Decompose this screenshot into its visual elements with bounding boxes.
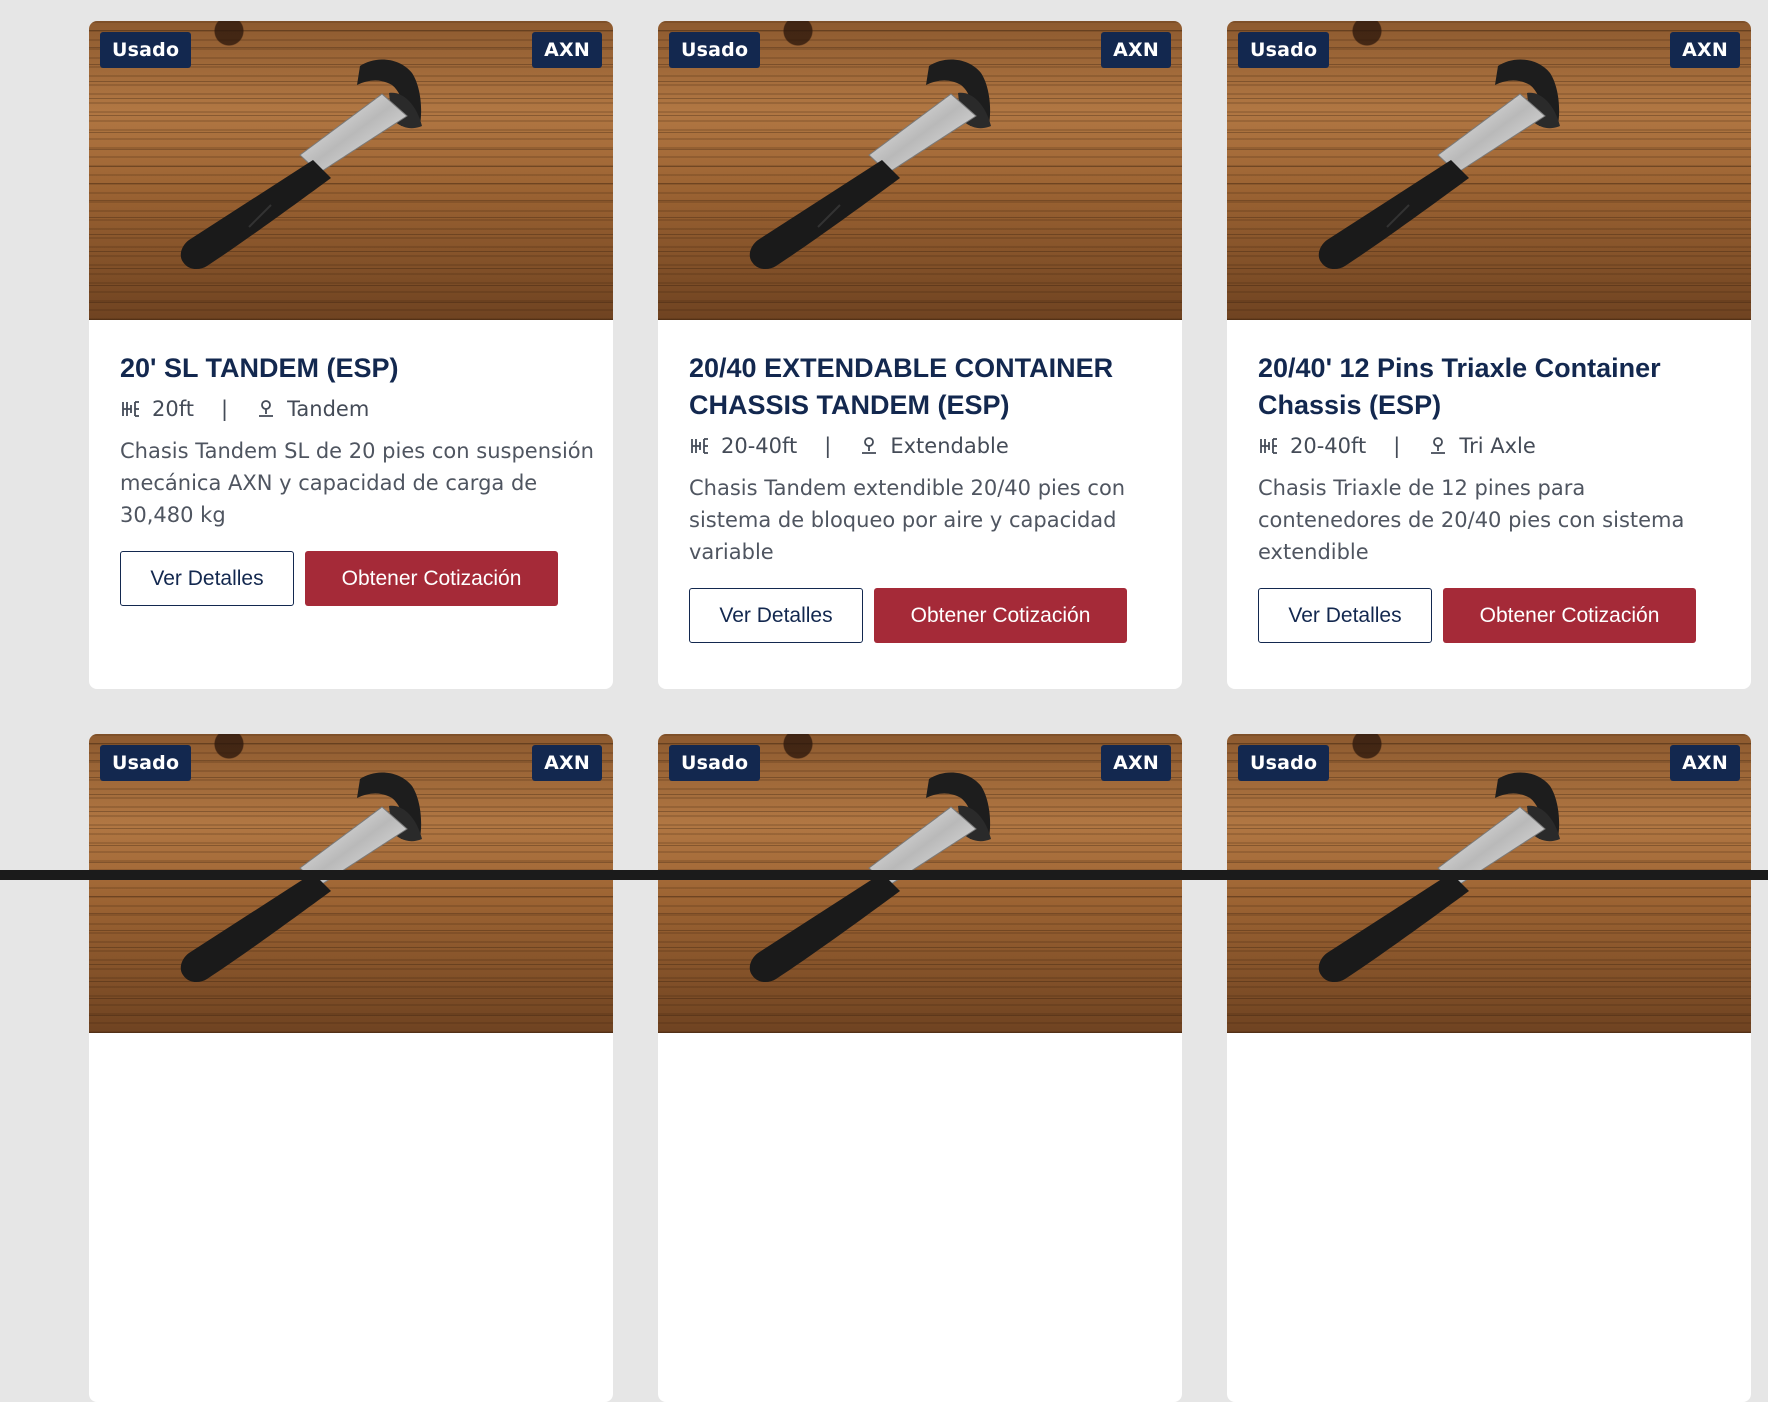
brand-badge: AXN (532, 745, 602, 781)
size-label: 20ft (152, 397, 194, 421)
product-card: Usado AXN (1227, 734, 1751, 1402)
size-label: 20-40ft (1290, 434, 1367, 458)
length-icon (122, 401, 139, 417)
product-specs: 20ft | Tandem (120, 395, 582, 423)
view-details-button[interactable]: Ver Detalles (120, 551, 294, 606)
product-image[interactable]: Usado AXN (658, 734, 1182, 1033)
brand-badge: AXN (1101, 745, 1171, 781)
get-quote-button[interactable]: Obtener Cotización (874, 588, 1127, 643)
spec-separator: | (824, 434, 832, 458)
spec-separator: | (220, 397, 229, 421)
axle-icon (259, 400, 274, 417)
product-specs: 20-40ft | Tri Axle (1258, 432, 1720, 460)
condition-badge: Usado (100, 745, 192, 781)
brand-badge: AXN (532, 32, 602, 68)
product-description: Chasis Tandem extendible 20/40 pies con … (689, 476, 1126, 564)
product-specs: 20-40ft | Extendable (689, 432, 1151, 460)
product-card: Usado AXN 20' SL TANDEM (ESP) 20ft | Tan… (89, 21, 613, 689)
condition-badge: Usado (1238, 32, 1330, 68)
bottom-bar (0, 870, 1768, 880)
product-image[interactable]: Usado AXN (1227, 21, 1751, 320)
type-label: Extendable (890, 434, 1009, 458)
product-image[interactable]: Usado AXN (658, 21, 1182, 320)
product-card: Usado AXN (658, 734, 1182, 1402)
view-details-button[interactable]: Ver Detalles (689, 588, 863, 643)
get-quote-button[interactable]: Obtener Cotización (1443, 588, 1696, 643)
spec-separator: | (1393, 434, 1401, 458)
product-description: Chasis Triaxle de 12 pines para contened… (1258, 476, 1685, 564)
card-body: 20/40' 12 Pins Triaxle Container Chassis… (1227, 320, 1751, 643)
product-grid: Usado AXN 20' SL TANDEM (ESP) 20ft | Tan… (89, 21, 1751, 1402)
card-actions: Ver Detalles Obtener Cotización (1258, 588, 1720, 643)
length-icon (1260, 438, 1277, 454)
card-body: 20/40 EXTENDABLE CONTAINER CHASSIS TANDE… (658, 320, 1182, 643)
product-title[interactable]: 20' SL TANDEM (ESP) (120, 350, 582, 387)
product-image[interactable]: Usado AXN (89, 734, 613, 1033)
type-label: Tri Axle (1459, 434, 1536, 458)
axle-icon (862, 437, 877, 454)
view-details-button[interactable]: Ver Detalles (1258, 588, 1432, 643)
length-icon (691, 438, 708, 454)
size-label: 20-40ft (721, 434, 798, 458)
get-quote-button[interactable]: Obtener Cotización (305, 551, 558, 606)
card-actions: Ver Detalles Obtener Cotización (120, 551, 582, 606)
product-card: Usado AXN 20/40' 12 Pins Triaxle Contain… (1227, 21, 1751, 689)
brand-badge: AXN (1670, 745, 1740, 781)
product-card: Usado AXN (89, 734, 613, 1402)
product-image[interactable]: Usado AXN (89, 21, 613, 320)
condition-badge: Usado (669, 32, 761, 68)
product-image[interactable]: Usado AXN (1227, 734, 1751, 1033)
condition-badge: Usado (1238, 745, 1330, 781)
axle-icon (1431, 437, 1446, 454)
condition-badge: Usado (669, 745, 761, 781)
condition-badge: Usado (100, 32, 192, 68)
product-title[interactable]: 20/40 EXTENDABLE CONTAINER CHASSIS TANDE… (689, 350, 1151, 424)
product-card: Usado AXN 20/40 EXTENDABLE CONTAINER CHA… (658, 21, 1182, 689)
card-body: 20' SL TANDEM (ESP) 20ft | Tandem Chasis… (89, 320, 613, 606)
card-actions: Ver Detalles Obtener Cotización (689, 588, 1151, 643)
brand-badge: AXN (1670, 32, 1740, 68)
product-description: Chasis Tandem SL de 20 pies con suspensi… (120, 439, 594, 527)
brand-badge: AXN (1101, 32, 1171, 68)
type-label: Tandem (287, 397, 370, 421)
product-title[interactable]: 20/40' 12 Pins Triaxle Container Chassis… (1258, 350, 1720, 424)
